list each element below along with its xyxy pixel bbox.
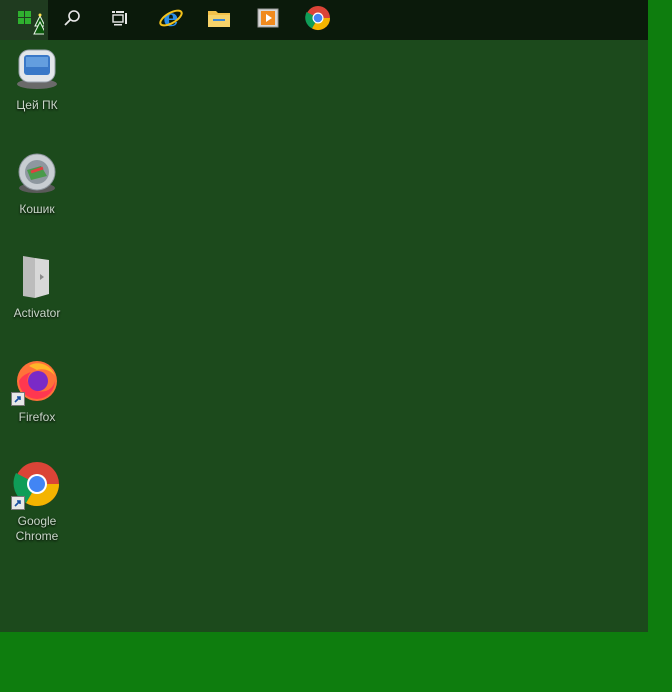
svg-text:e: e [163, 5, 178, 31]
shortcut-arrow-icon [11, 496, 25, 510]
desktop-icon-this-pc[interactable]: Цей ПК [2, 44, 72, 113]
task-view-icon [110, 9, 130, 32]
media-player-icon [256, 7, 280, 34]
computer-icon [13, 44, 61, 92]
folder-icon [207, 7, 231, 34]
desktop-icon-google-chrome[interactable]: Google Chrome [2, 460, 72, 544]
taskbar: e [0, 0, 648, 40]
recycle-bin-icon [13, 148, 61, 196]
desktop-icon-recycle-bin[interactable]: Кошик [2, 148, 72, 217]
chrome-icon [11, 460, 61, 510]
internet-explorer-button[interactable]: e [147, 0, 195, 40]
search-icon [63, 9, 81, 32]
desktop-icon-activator[interactable]: Activator [2, 252, 72, 321]
shortcut-arrow-icon [11, 392, 25, 406]
activator-icon [13, 252, 61, 300]
desktop-icon-label: Activator [13, 306, 61, 320]
internet-explorer-icon: e [158, 3, 184, 36]
desktop-icon-firefox[interactable]: Firefox [2, 356, 72, 425]
start-button[interactable] [0, 0, 48, 40]
desktop-icon-label: Google Chrome [15, 514, 59, 543]
search-button[interactable] [48, 0, 96, 40]
start-tree-icon [4, 0, 47, 43]
task-view-button[interactable] [96, 0, 144, 40]
file-explorer-button[interactable] [195, 0, 243, 40]
desktop-icon-label: Цей ПК [16, 98, 58, 112]
media-player-button[interactable] [244, 0, 292, 40]
chrome-icon [305, 5, 331, 36]
desktop-icon-label: Firefox [18, 410, 56, 424]
desktop-icon-label: Кошик [19, 202, 55, 216]
firefox-icon [11, 356, 61, 406]
chrome-button[interactable] [294, 0, 342, 40]
desktop-background [0, 0, 648, 632]
